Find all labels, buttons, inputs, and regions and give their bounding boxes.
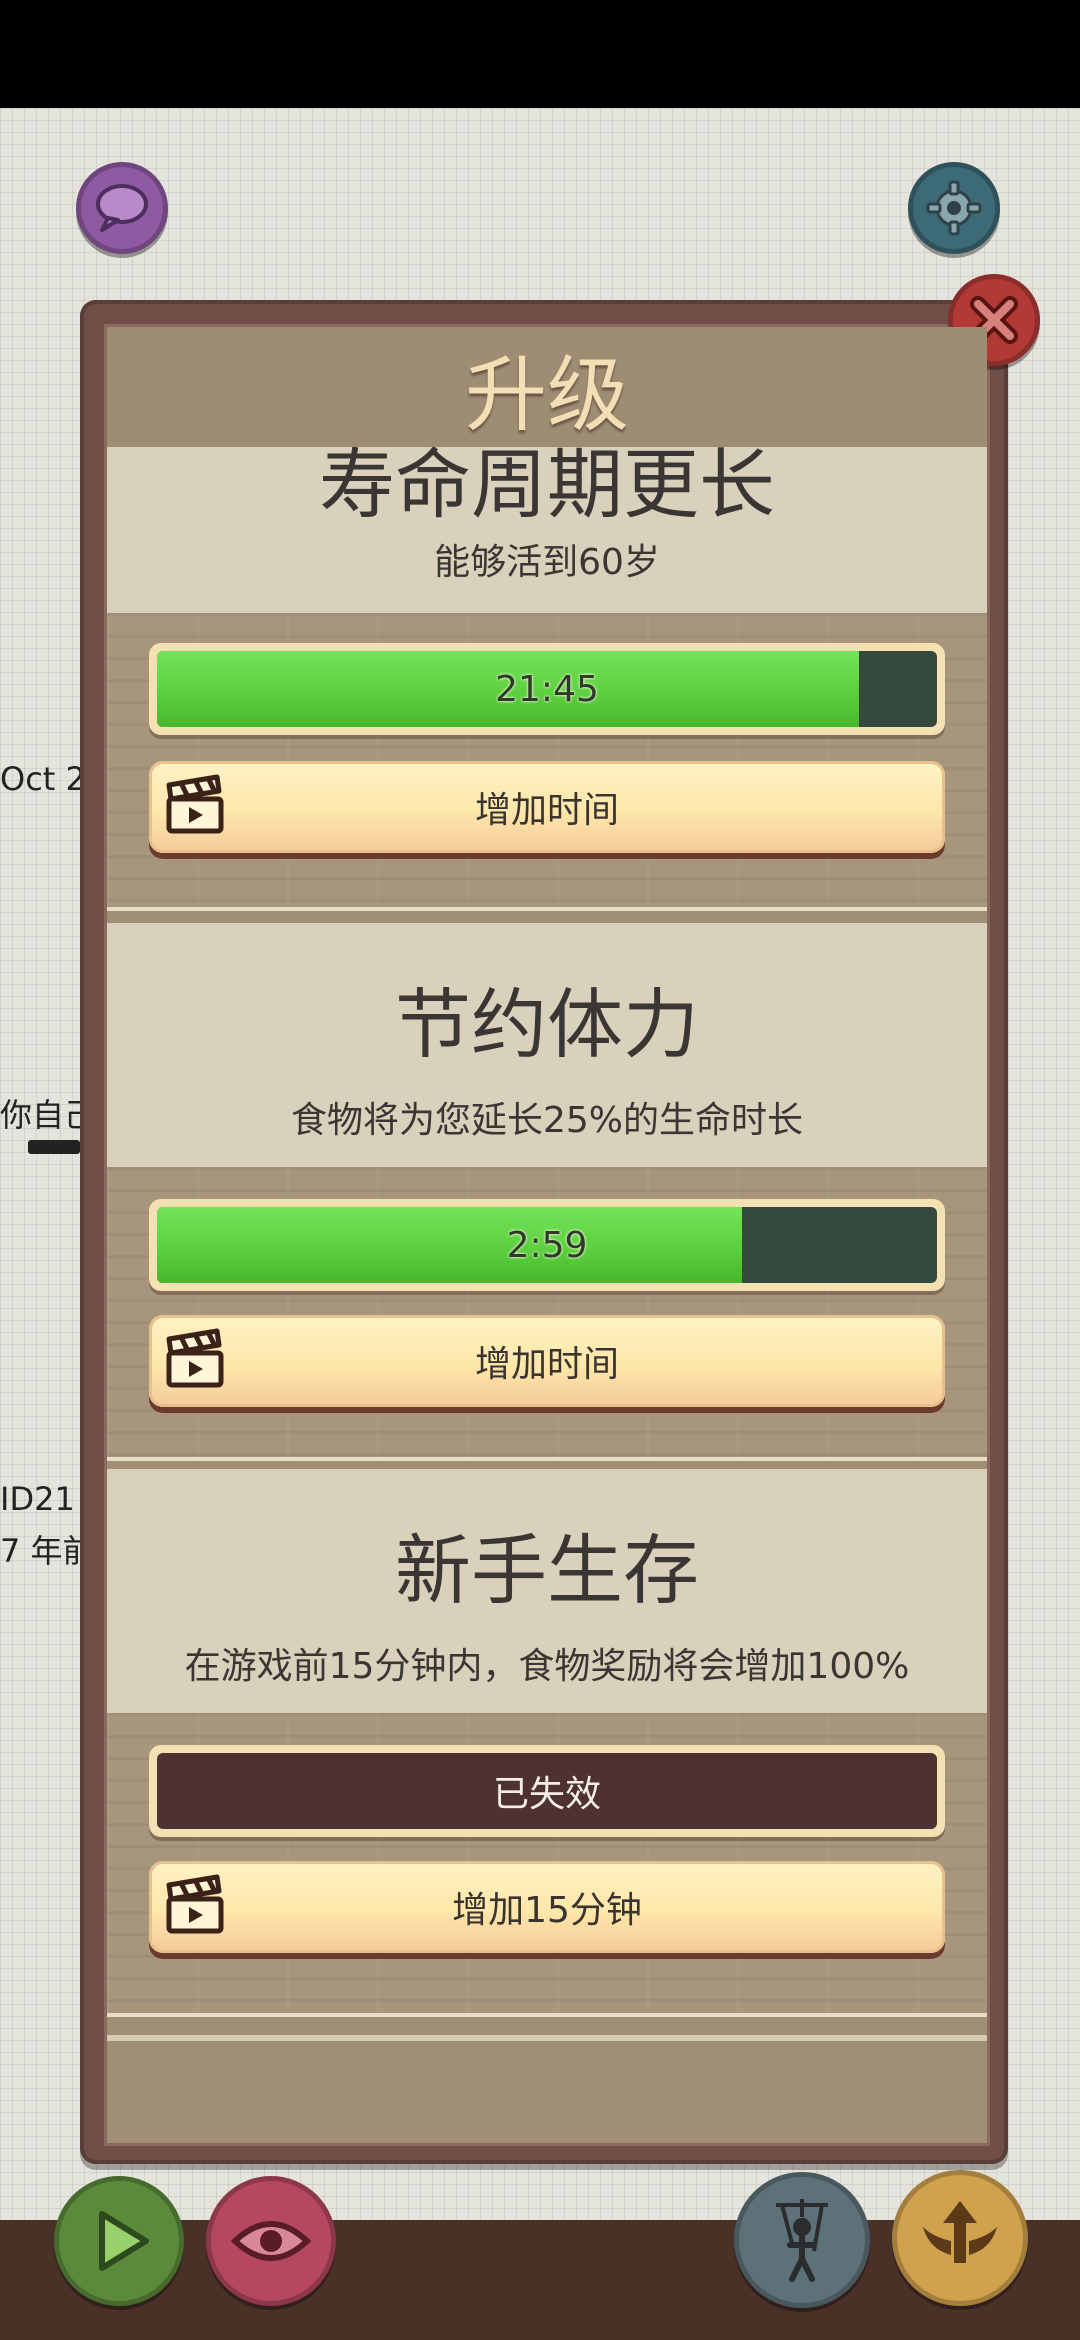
panel-footer: [107, 2035, 987, 2143]
timer-bar: 2:59: [149, 1199, 945, 1291]
play-icon: [99, 2211, 149, 2271]
puppet-icon: [776, 2199, 828, 2282]
chat-bubble-icon: [96, 184, 148, 232]
upgrade-panel: 升级 寿命周期更长 能够活到60岁 21:45 增加时间 节约体力 食物将为您延…: [80, 300, 1008, 2164]
upgrade-title: 新手生存: [395, 1526, 699, 1615]
eye-icon: [231, 2221, 311, 2261]
add-time-button[interactable]: 增加时间: [149, 1315, 945, 1407]
chat-button[interactable]: [76, 162, 168, 254]
background-arrow: [28, 1140, 80, 1154]
upgrade-title: 节约体力: [395, 980, 699, 1069]
status-bar-expired: 已失效: [149, 1745, 945, 1837]
add-time-label: 增加时间: [474, 1344, 619, 1385]
status-bar: [0, 0, 1080, 108]
upgrade-card-controls: 已失效 增加15分钟: [107, 1713, 987, 2017]
timer-text: 21:45: [495, 668, 599, 710]
timer-bar: 21:45: [149, 643, 945, 735]
upgrade-panel-content[interactable]: 升级 寿命周期更长 能够活到60岁 21:45 增加时间 节约体力 食物将为您延…: [104, 324, 990, 2146]
status-text: 已失效: [492, 1774, 601, 1815]
add-15-minutes-button[interactable]: 增加15分钟: [149, 1861, 945, 1953]
puppet-button[interactable]: [734, 2172, 870, 2308]
background-text: ID21: [0, 1480, 75, 1518]
background-text: Oct 2: [0, 760, 86, 798]
winged-arrow-icon: [923, 2201, 997, 2263]
timer-text: 2:59: [506, 1224, 588, 1266]
panel-title: 升级: [107, 327, 987, 447]
add-15-minutes-label: 增加15分钟: [452, 1890, 642, 1931]
gear-icon: [926, 180, 982, 236]
add-time-button[interactable]: 增加时间: [149, 761, 945, 853]
upgrade-description: 食物将为您延长25%的生命时长: [290, 1100, 804, 1141]
upgrade-card-controls: 2:59 增加时间: [107, 1167, 987, 1461]
add-time-label: 增加时间: [474, 790, 619, 831]
upgrade-description: 在游戏前15分钟内，食物奖励将会增加100%: [184, 1646, 910, 1687]
upgrade-card-controls: 21:45 增加时间: [107, 613, 987, 911]
settings-button[interactable]: [908, 162, 1000, 254]
view-button[interactable]: [206, 2176, 336, 2306]
upgrade-card-top: 节约体力 食物将为您延长25%的生命时长: [107, 923, 987, 1167]
upgrade-description: 能够活到60岁: [434, 542, 660, 583]
play-button[interactable]: [54, 2176, 184, 2306]
upgrade-button[interactable]: [892, 2170, 1028, 2306]
upgrade-card-top: 新手生存 在游戏前15分钟内，食物奖励将会增加100%: [107, 1469, 987, 1713]
